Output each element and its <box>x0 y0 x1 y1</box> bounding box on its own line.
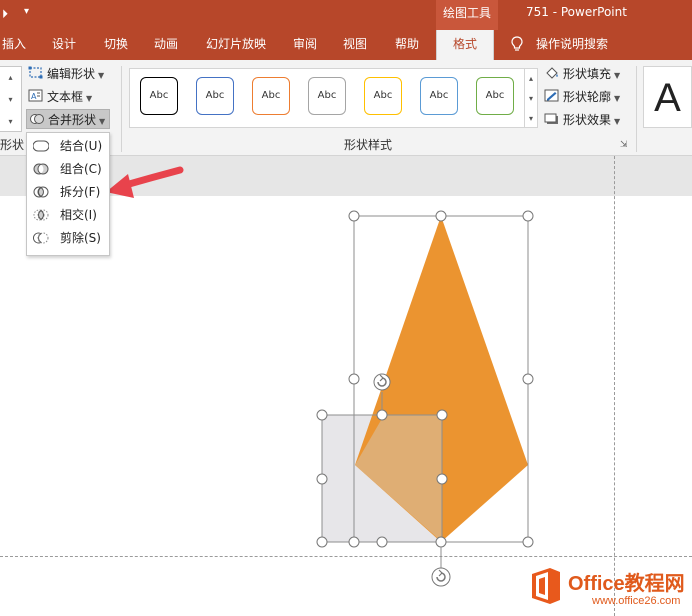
union-icon <box>33 140 49 152</box>
intersect-icon <box>33 209 49 221</box>
merge-shapes-menu: 结合(U) 组合(C) 拆分(F) 相交(I) 剪除(S) <box>26 132 110 256</box>
rotate-handle-icon[interactable] <box>431 567 451 587</box>
menu-item-label: 相交(I) <box>60 208 97 222</box>
menu-item-fragment[interactable]: 拆分(F) <box>27 181 109 203</box>
watermark-url: www.office26.com <box>592 595 681 607</box>
red-pointer-arrow <box>106 166 184 198</box>
watermark: Office教程网 www.office26.com <box>526 564 692 616</box>
menu-item-union[interactable]: 结合(U) <box>27 135 109 157</box>
subtract-icon <box>33 232 49 244</box>
combine-icon <box>33 163 49 175</box>
menu-item-label: 组合(C) <box>60 162 102 176</box>
watermark-title: Office教程网 <box>568 573 685 595</box>
menu-item-label: 拆分(F) <box>60 185 101 199</box>
slide-drawing <box>106 166 534 587</box>
office-logo-icon <box>532 568 560 604</box>
fragment-icon <box>33 186 49 198</box>
menu-item-subtract[interactable]: 剪除(S) <box>27 227 109 249</box>
menu-item-intersect[interactable]: 相交(I) <box>27 204 109 226</box>
menu-item-label: 剪除(S) <box>60 231 101 245</box>
rotate-handle-icon[interactable] <box>373 373 391 391</box>
menu-item-label: 结合(U) <box>60 139 103 153</box>
menu-item-combine[interactable]: 组合(C) <box>27 158 109 180</box>
